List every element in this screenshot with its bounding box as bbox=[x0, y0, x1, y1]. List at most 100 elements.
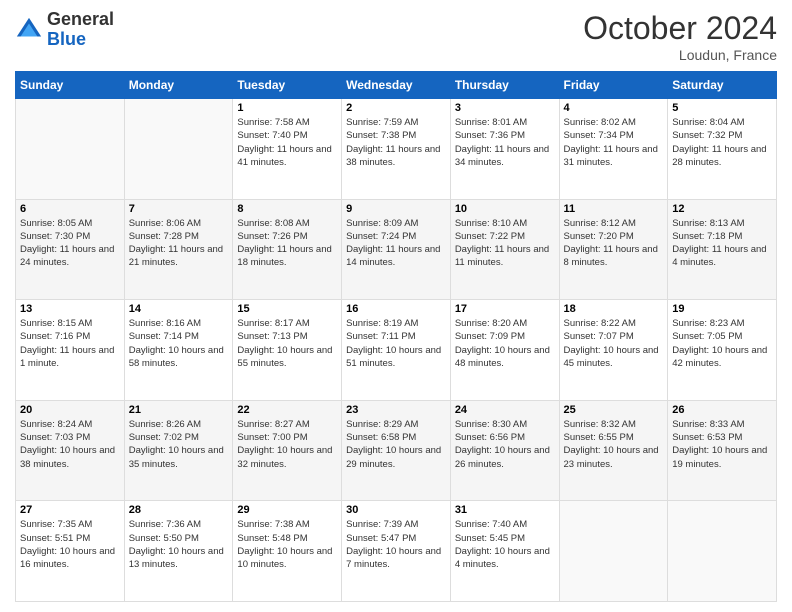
day-number: 31 bbox=[455, 504, 555, 516]
day-number: 28 bbox=[129, 504, 229, 516]
day-number: 10 bbox=[455, 203, 555, 215]
day-info: Sunrise: 8:02 AMSunset: 7:34 PMDaylight:… bbox=[564, 116, 664, 169]
day-number: 5 bbox=[672, 102, 772, 114]
calendar-cell: 4 Sunrise: 8:02 AMSunset: 7:34 PMDaylight… bbox=[559, 99, 668, 200]
logo-general: General bbox=[47, 10, 114, 30]
day-info: Sunrise: 8:09 AMSunset: 7:24 PMDaylight:… bbox=[346, 217, 446, 270]
day-number: 27 bbox=[20, 504, 120, 516]
calendar-cell: 10 Sunrise: 8:10 AMSunset: 7:22 PMDayligh… bbox=[450, 199, 559, 300]
day-info: Sunrise: 8:20 AMSunset: 7:09 PMDaylight:… bbox=[455, 317, 555, 370]
calendar-cell: 9 Sunrise: 8:09 AMSunset: 7:24 PMDaylight… bbox=[342, 199, 451, 300]
calendar-cell: 1Sunrise: 7:58 AMSunset: 7:40 PMDaylight… bbox=[233, 99, 342, 200]
day-info: Sunrise: 8:17 AMSunset: 7:13 PMDaylight:… bbox=[237, 317, 337, 370]
calendar-cell: 23Sunrise: 8:29 AMSunset: 6:58 PMDayligh… bbox=[342, 400, 451, 501]
calendar-cell: 18Sunrise: 8:22 AMSunset: 7:07 PMDayligh… bbox=[559, 300, 668, 401]
calendar-cell: 8 Sunrise: 8:08 AMSunset: 7:26 PMDaylight… bbox=[233, 199, 342, 300]
day-info: Sunrise: 7:36 AMSunset: 5:50 PMDaylight:… bbox=[129, 518, 229, 571]
day-info: Sunrise: 7:40 AMSunset: 5:45 PMDaylight:… bbox=[455, 518, 555, 571]
calendar-cell: 3 Sunrise: 8:01 AMSunset: 7:36 PMDaylight… bbox=[450, 99, 559, 200]
day-number: 19 bbox=[672, 303, 772, 315]
day-number: 4 bbox=[564, 102, 664, 114]
day-info: Sunrise: 8:16 AMSunset: 7:14 PMDaylight:… bbox=[129, 317, 229, 370]
calendar-cell: 22 Sunrise: 8:27 AMSunset: 7:00 PMDayligh… bbox=[233, 400, 342, 501]
calendar-cell: 21 Sunrise: 8:26 AMSunset: 7:02 PMDayligh… bbox=[124, 400, 233, 501]
calendar-cell: 25 Sunrise: 8:32 AMSunset: 6:55 PMDayligh… bbox=[559, 400, 668, 501]
logo-blue: Blue bbox=[47, 30, 114, 50]
calendar-cell: 11 Sunrise: 8:12 AMSunset: 7:20 PMDayligh… bbox=[559, 199, 668, 300]
calendar-cell bbox=[668, 501, 777, 602]
day-info: Sunrise: 8:23 AMSunset: 7:05 PMDaylight:… bbox=[672, 317, 772, 370]
day-info: Sunrise: 8:10 AMSunset: 7:22 PMDaylight:… bbox=[455, 217, 555, 270]
calendar-header-row: SundayMondayTuesdayWednesdayThursdayFrid… bbox=[16, 72, 777, 99]
calendar-cell: 17Sunrise: 8:20 AMSunset: 7:09 PMDayligh… bbox=[450, 300, 559, 401]
calendar-cell: 14 Sunrise: 8:16 AMSunset: 7:14 PMDayligh… bbox=[124, 300, 233, 401]
calendar-cell: 27 Sunrise: 7:35 AMSunset: 5:51 PMDayligh… bbox=[16, 501, 125, 602]
day-number: 6 bbox=[20, 203, 120, 215]
day-number: 18 bbox=[564, 303, 664, 315]
calendar-week-3: 13 Sunrise: 8:15 AMSunset: 7:16 PMDayligh… bbox=[16, 300, 777, 401]
day-number: 16 bbox=[346, 303, 446, 315]
day-header-thursday: Thursday bbox=[450, 72, 559, 99]
calendar-cell bbox=[559, 501, 668, 602]
calendar-week-5: 27 Sunrise: 7:35 AMSunset: 5:51 PMDayligh… bbox=[16, 501, 777, 602]
day-info: Sunrise: 8:08 AMSunset: 7:26 PMDaylight:… bbox=[237, 217, 337, 270]
day-number: 21 bbox=[129, 404, 229, 416]
calendar-cell: 30 Sunrise: 7:39 AMSunset: 5:47 PMDayligh… bbox=[342, 501, 451, 602]
day-info: Sunrise: 7:39 AMSunset: 5:47 PMDaylight:… bbox=[346, 518, 446, 571]
day-number: 2 bbox=[346, 102, 446, 114]
calendar-cell: 5 Sunrise: 8:04 AMSunset: 7:32 PMDaylight… bbox=[668, 99, 777, 200]
day-header-sunday: Sunday bbox=[16, 72, 125, 99]
day-number: 29 bbox=[237, 504, 337, 516]
day-number: 14 bbox=[129, 303, 229, 315]
day-number: 13 bbox=[20, 303, 120, 315]
title-block: October 2024 Loudun, France bbox=[583, 10, 777, 63]
calendar-cell: 12Sunrise: 8:13 AMSunset: 7:18 PMDayligh… bbox=[668, 199, 777, 300]
day-info: Sunrise: 7:35 AMSunset: 5:51 PMDaylight:… bbox=[20, 518, 120, 571]
day-info: Sunrise: 8:19 AMSunset: 7:11 PMDaylight:… bbox=[346, 317, 446, 370]
calendar-cell: 28 Sunrise: 7:36 AMSunset: 5:50 PMDayligh… bbox=[124, 501, 233, 602]
calendar-week-4: 20 Sunrise: 8:24 AMSunset: 7:03 PMDayligh… bbox=[16, 400, 777, 501]
location: Loudun, France bbox=[583, 47, 777, 63]
page: General Blue October 2024 Loudun, France… bbox=[0, 0, 792, 612]
calendar-cell: 7Sunrise: 8:06 AMSunset: 7:28 PMDaylight… bbox=[124, 199, 233, 300]
day-info: Sunrise: 8:27 AMSunset: 7:00 PMDaylight:… bbox=[237, 418, 337, 471]
day-info: Sunrise: 8:32 AMSunset: 6:55 PMDaylight:… bbox=[564, 418, 664, 471]
logo: General Blue bbox=[15, 10, 114, 50]
day-number: 9 bbox=[346, 203, 446, 215]
day-number: 30 bbox=[346, 504, 446, 516]
day-info: Sunrise: 8:26 AMSunset: 7:02 PMDaylight:… bbox=[129, 418, 229, 471]
day-header-monday: Monday bbox=[124, 72, 233, 99]
day-info: Sunrise: 8:24 AMSunset: 7:03 PMDaylight:… bbox=[20, 418, 120, 471]
calendar-cell: 2 Sunrise: 7:59 AMSunset: 7:38 PMDaylight… bbox=[342, 99, 451, 200]
logo-text: General Blue bbox=[47, 10, 114, 50]
calendar-cell: 19 Sunrise: 8:23 AMSunset: 7:05 PMDayligh… bbox=[668, 300, 777, 401]
day-info: Sunrise: 8:06 AMSunset: 7:28 PMDaylight:… bbox=[129, 217, 229, 270]
calendar-cell: 24Sunrise: 8:30 AMSunset: 6:56 PMDayligh… bbox=[450, 400, 559, 501]
calendar-cell: 31 Sunrise: 7:40 AMSunset: 5:45 PMDayligh… bbox=[450, 501, 559, 602]
day-number: 8 bbox=[237, 203, 337, 215]
day-number: 24 bbox=[455, 404, 555, 416]
day-number: 25 bbox=[564, 404, 664, 416]
day-info: Sunrise: 8:13 AMSunset: 7:18 PMDaylight:… bbox=[672, 217, 772, 270]
day-info: Sunrise: 8:15 AMSunset: 7:16 PMDaylight:… bbox=[20, 317, 120, 370]
day-number: 20 bbox=[20, 404, 120, 416]
day-number: 11 bbox=[564, 203, 664, 215]
day-number: 22 bbox=[237, 404, 337, 416]
month-title: October 2024 bbox=[583, 10, 777, 47]
day-info: Sunrise: 8:04 AMSunset: 7:32 PMDaylight:… bbox=[672, 116, 772, 169]
calendar-cell: 29Sunrise: 7:38 AMSunset: 5:48 PMDayligh… bbox=[233, 501, 342, 602]
day-number: 15 bbox=[237, 303, 337, 315]
day-info: Sunrise: 8:33 AMSunset: 6:53 PMDaylight:… bbox=[672, 418, 772, 471]
day-header-wednesday: Wednesday bbox=[342, 72, 451, 99]
day-info: Sunrise: 8:12 AMSunset: 7:20 PMDaylight:… bbox=[564, 217, 664, 270]
calendar-cell: 26Sunrise: 8:33 AMSunset: 6:53 PMDayligh… bbox=[668, 400, 777, 501]
calendar-cell: 16 Sunrise: 8:19 AMSunset: 7:11 PMDayligh… bbox=[342, 300, 451, 401]
day-header-friday: Friday bbox=[559, 72, 668, 99]
day-number: 3 bbox=[455, 102, 555, 114]
calendar-cell bbox=[16, 99, 125, 200]
day-info: Sunrise: 8:01 AMSunset: 7:36 PMDaylight:… bbox=[455, 116, 555, 169]
calendar-cell bbox=[124, 99, 233, 200]
day-info: Sunrise: 7:59 AMSunset: 7:38 PMDaylight:… bbox=[346, 116, 446, 169]
calendar-cell: 6Sunrise: 8:05 AMSunset: 7:30 PMDaylight… bbox=[16, 199, 125, 300]
calendar-week-2: 6Sunrise: 8:05 AMSunset: 7:30 PMDaylight… bbox=[16, 199, 777, 300]
